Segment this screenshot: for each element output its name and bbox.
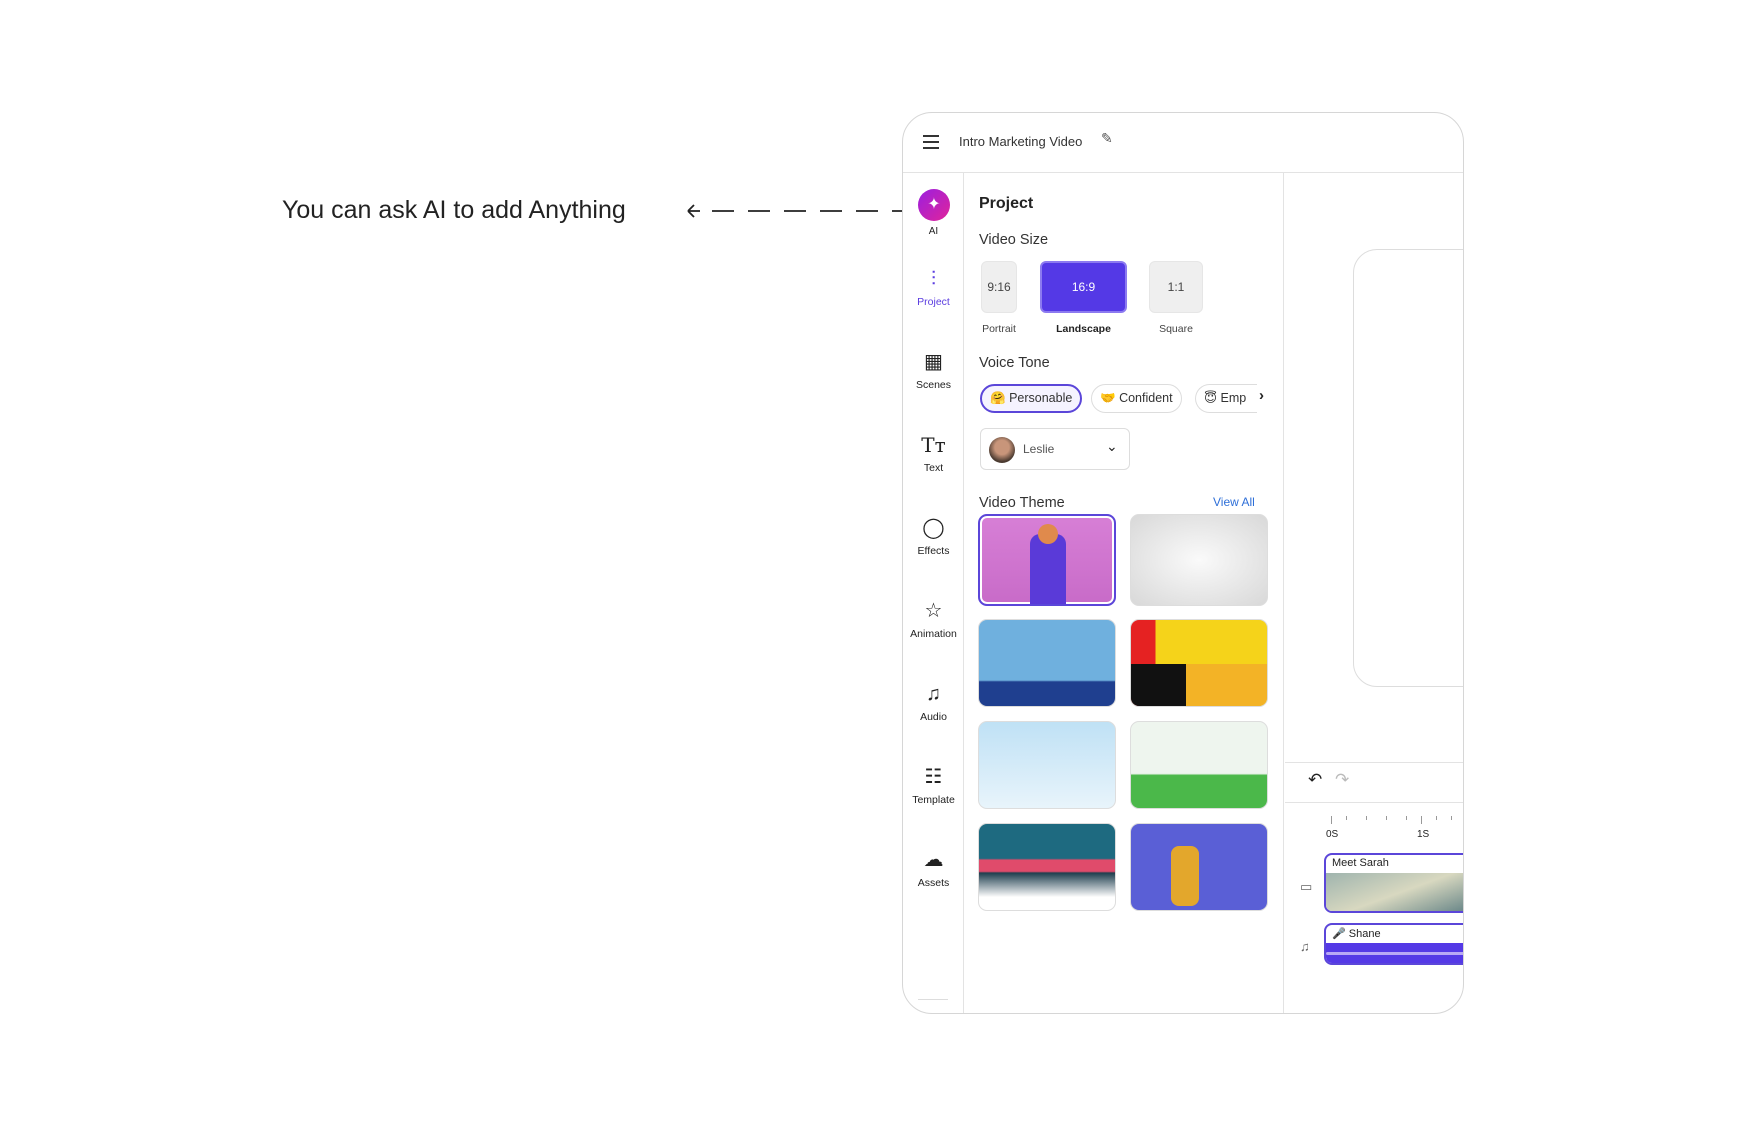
tone-chip-confident[interactable]: 🤝 Confident: [1091, 384, 1182, 413]
sidebar-item-effects[interactable]: ◯ Effects: [903, 515, 964, 557]
theme-thumbnail[interactable]: [1130, 721, 1268, 809]
theme-thumbnail[interactable]: [1130, 619, 1268, 707]
avatar: [989, 437, 1015, 463]
sidebar-item-animation[interactable]: ☆ Animation: [903, 598, 964, 640]
chevron-down-icon: ⌄: [1106, 438, 1118, 454]
ruler-label: 1S: [1417, 829, 1430, 840]
sidebar-divider: [918, 999, 948, 1000]
music-note-icon: ♫: [1300, 939, 1310, 954]
voice-name: Leslie: [1023, 442, 1055, 456]
sidebar-item-label: Scenes: [915, 379, 952, 391]
theme-thumbnail[interactable]: [1130, 823, 1268, 911]
size-option-square[interactable]: 1:1: [1149, 261, 1203, 313]
video-camera-icon: ▭: [1300, 879, 1313, 894]
hamburger-menu-icon[interactable]: [923, 135, 939, 149]
audio-waveform: [1326, 943, 1463, 963]
size-option-landscape[interactable]: 16:9: [1040, 261, 1127, 313]
panel-title: Project: [979, 195, 1034, 212]
text-size-icon: Tт: [921, 433, 946, 457]
cloud-upload-icon: ☁: [923, 849, 944, 871]
audio-track-clip[interactable]: 🎤 Shane: [1324, 923, 1463, 965]
sidebar-item-label: Audio: [920, 711, 947, 723]
sidebar-item-label: Animation: [910, 628, 957, 640]
chip-label: Emp: [1220, 391, 1247, 405]
sidebar-item-label: Assets: [917, 877, 950, 889]
music-note-icon: ♫: [926, 683, 941, 705]
landscape-label: Landscape: [1056, 323, 1111, 335]
sidebar-item-text[interactable]: Tт Text: [903, 432, 964, 474]
theme-thumbnail[interactable]: [978, 823, 1116, 911]
tone-chip-emp[interactable]: 😇 Emp: [1195, 384, 1257, 413]
chip-label: Personable: [1009, 391, 1073, 405]
square-label: Square: [1159, 323, 1193, 335]
chip-label: Confident: [1119, 391, 1173, 405]
header: Intro Marketing Video ✎: [903, 113, 1463, 173]
callout-arrow: [687, 204, 912, 218]
clip-label: Shane: [1348, 928, 1381, 940]
divider: [1285, 762, 1463, 763]
hugging-face-icon: 🤗: [990, 391, 1006, 405]
chevron-right-icon[interactable]: ›: [1259, 387, 1264, 404]
undo-icon[interactable]: ↶: [1308, 770, 1322, 790]
size-option-portrait[interactable]: 9:16: [981, 261, 1017, 313]
voice-select[interactable]: Leslie ⌄: [980, 428, 1130, 470]
sidebar-item-label: Effects: [917, 545, 950, 557]
sidebar-item-project[interactable]: ⫶ Project: [903, 266, 964, 308]
clip-label: Meet Sarah: [1332, 857, 1389, 869]
voice-tone-heading: Voice Tone: [979, 355, 1050, 371]
template-icon: ☷: [924, 766, 943, 788]
crystal-ball-icon: ◯: [922, 517, 945, 539]
view-all-link[interactable]: View All: [1213, 495, 1255, 509]
video-theme-heading: Video Theme: [979, 495, 1065, 511]
edit-title-icon[interactable]: ✎: [1101, 130, 1113, 147]
sidebar-item-audio[interactable]: ♫ Audio: [903, 681, 964, 723]
video-canvas[interactable]: [1353, 249, 1463, 687]
theme-thumbnail[interactable]: [978, 514, 1116, 606]
sidebar-item-assets[interactable]: ☁ Assets: [903, 847, 964, 889]
handshake-icon: 🤝: [1100, 391, 1116, 405]
clip-header: 🎤 Shane: [1326, 925, 1463, 943]
sidebar: ✦ AI ⫶ Project ▦ Scenes Tт Text ◯ Effects ☆ A…: [903, 173, 964, 1013]
angel-face-icon: 😇: [1204, 391, 1218, 405]
redo-icon[interactable]: ↷: [1335, 770, 1349, 790]
sidebar-item-scenes[interactable]: ▦ Scenes: [903, 349, 964, 391]
theme-thumbnail[interactable]: [978, 721, 1116, 809]
project-title[interactable]: Intro Marketing Video: [959, 134, 1082, 149]
ruler-label: 0S: [1326, 829, 1339, 840]
project-panel: Project Video Size 9:16 16:9 1:1 Portrai…: [965, 173, 1284, 1013]
ai-callout-text: You can ask AI to add Anything: [282, 196, 626, 224]
divider: [1285, 802, 1463, 803]
video-size-heading: Video Size: [979, 232, 1049, 248]
theme-thumbnail[interactable]: [978, 619, 1116, 707]
video-track-clip[interactable]: Meet Sarah: [1324, 853, 1463, 913]
clapperboard-icon: ▦: [924, 351, 943, 373]
sidebar-item-label: Template: [912, 794, 955, 806]
sliders-icon: ⫶: [931, 268, 936, 290]
sidebar-item-label: Text: [923, 462, 944, 474]
sidebar-item-label: Project: [917, 296, 950, 308]
tone-chip-personable[interactable]: 🤗 Personable: [980, 384, 1083, 413]
sidebar-item-template[interactable]: ☷ Template: [903, 764, 964, 806]
shooting-star-icon: ☆: [924, 600, 943, 622]
microphone-icon: 🎤: [1332, 928, 1346, 940]
theme-thumbnail[interactable]: [1130, 514, 1268, 606]
ai-sparkle-icon[interactable]: ✦: [918, 189, 950, 221]
portrait-label: Portrait: [982, 323, 1016, 335]
editor-window: Intro Marketing Video ✎ ✦ AI ⫶ Project ▦ S…: [902, 112, 1464, 1014]
sidebar-item-ai-label: AI: [928, 226, 939, 237]
